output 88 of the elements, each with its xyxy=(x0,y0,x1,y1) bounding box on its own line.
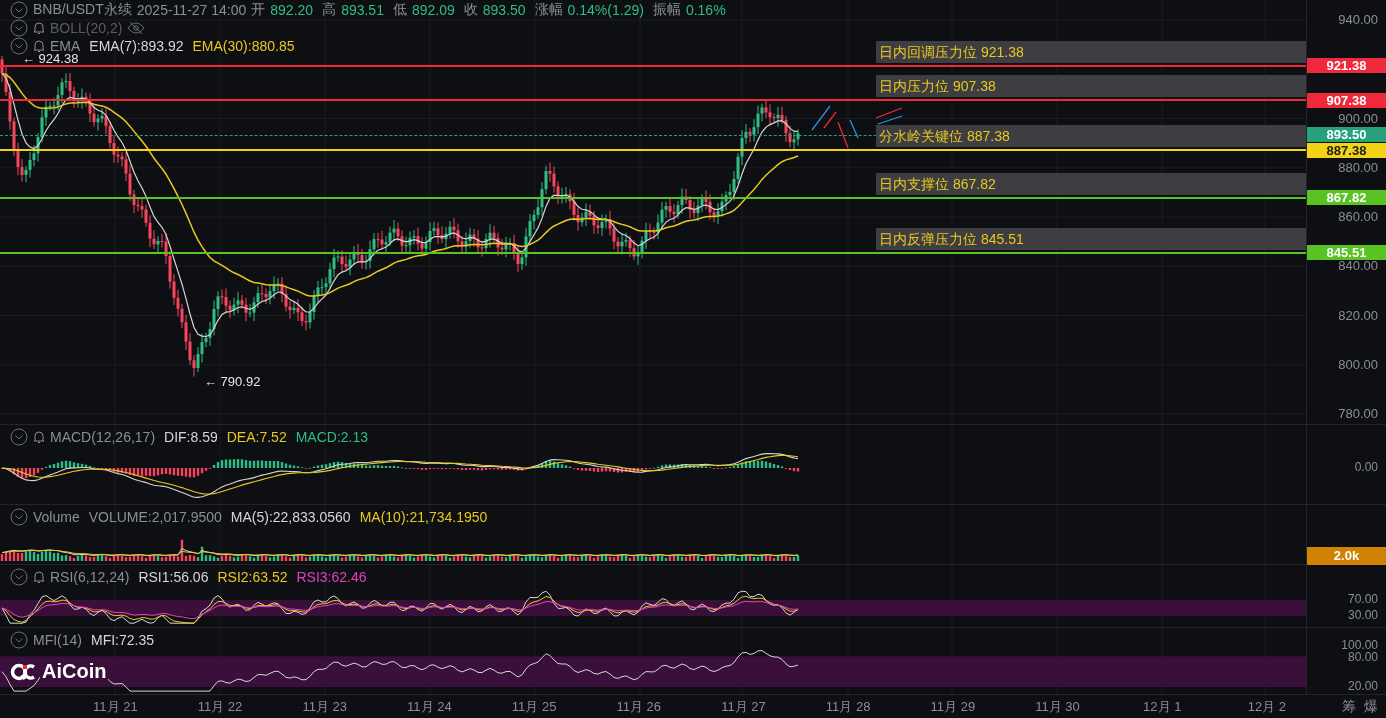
indicator-name: RSI(6,12,24) xyxy=(50,568,130,585)
indicator-value: MFI:72.35 xyxy=(91,631,155,648)
axis-tick: 70.00 xyxy=(1347,593,1378,605)
stat-value: 892.09 xyxy=(411,1,455,18)
bell-icon[interactable] xyxy=(33,429,45,444)
eye-slash-icon[interactable] xyxy=(127,20,146,35)
collapse-icon[interactable] xyxy=(10,567,28,586)
level-label: 日内回调压力位 921.38 xyxy=(876,40,1306,63)
level-price-tag: 887.38 xyxy=(1307,143,1386,158)
indicator-value: MA(5):22,833.0560 xyxy=(230,508,351,525)
date-tick: 11月 28 xyxy=(824,697,872,716)
indicator-value: MA(10):21,734.1950 xyxy=(359,508,488,525)
bell-icon[interactable] xyxy=(33,38,45,53)
stat-label: 涨幅 xyxy=(534,0,563,19)
indicator-value: RSI3:62.46 xyxy=(296,568,367,585)
level-label: 日内支撑位 867.82 xyxy=(876,172,1306,195)
price-extreme-label: ← 790.92 xyxy=(204,376,261,388)
collapse-icon[interactable] xyxy=(10,630,28,649)
stat-value: 0.14%(1.29) xyxy=(567,1,644,18)
stat-label: 高 xyxy=(322,0,337,19)
date-tick: 12月 1 xyxy=(1142,697,1183,716)
volume-tag: 2.0k xyxy=(1307,547,1386,565)
date-tick: 11月 30 xyxy=(1034,697,1081,716)
price-tick: 820.00 xyxy=(1338,309,1378,322)
collapse-icon[interactable] xyxy=(10,36,28,55)
current-price-tag: 893.50 xyxy=(1307,127,1386,142)
indicator-name: EMA xyxy=(50,37,81,54)
axis-tick: 20.00 xyxy=(1347,680,1378,692)
logo: AiCoin xyxy=(10,660,109,683)
stat-label: 振幅 xyxy=(652,0,681,19)
indicator-name: MACD(12,26,17) xyxy=(50,428,156,445)
date-tick: 11月 24 xyxy=(406,697,453,716)
bell-icon[interactable] xyxy=(33,20,45,35)
level-price-tag: 907.38 xyxy=(1307,92,1386,108)
indicator-value: EMA(7):893.92 xyxy=(89,37,184,54)
indicator-value: EMA(30):880.85 xyxy=(192,37,295,54)
date-tick: 11月 23 xyxy=(301,697,348,716)
level-label: 日内压力位 907.38 xyxy=(876,75,1306,98)
price-tick: 860.00 xyxy=(1338,211,1378,223)
price-tick: 880.00 xyxy=(1338,161,1378,174)
stat-value: 0.16% xyxy=(685,1,726,18)
date-tick: 11月 22 xyxy=(196,697,244,716)
date-tick: 11月 26 xyxy=(615,697,663,716)
chart-mode-button[interactable]: 筹 xyxy=(1340,697,1358,716)
bell-icon[interactable] xyxy=(33,569,45,584)
price-tick: 800.00 xyxy=(1338,358,1378,371)
date-tick: 11月 27 xyxy=(720,697,767,716)
date-tick: 11月 29 xyxy=(929,697,977,716)
chart-mode-button[interactable]: 爆 xyxy=(1362,697,1380,716)
indicator-value: VOLUME:2,017.9500 xyxy=(88,508,222,525)
collapse-icon[interactable] xyxy=(10,18,28,37)
stat-label: 收 xyxy=(463,0,478,19)
axis-tick: 30.00 xyxy=(1347,609,1378,621)
indicator-value: MACD:2.13 xyxy=(295,428,369,445)
logo-icon xyxy=(10,661,36,682)
collapse-icon[interactable] xyxy=(10,507,28,526)
axis-tick: 80.00 xyxy=(1347,651,1378,663)
indicator-name: BOLL(20,2) xyxy=(50,19,123,36)
price-tick: 780.00 xyxy=(1338,408,1378,420)
indicator-value: DIF:8.59 xyxy=(164,428,218,445)
indicator-value: RSI1:56.06 xyxy=(138,568,209,585)
date-tick: 12月 2 xyxy=(1246,697,1288,716)
price-tick: 840.00 xyxy=(1338,260,1378,273)
symbol-label: BNB/USDT永续 xyxy=(33,0,132,19)
level-price-tag: 845.51 xyxy=(1307,245,1386,261)
stat-label: 开 xyxy=(251,0,266,19)
level-label: 分水岭关键位 887.38 xyxy=(876,124,1306,147)
collapse-icon[interactable] xyxy=(10,0,28,19)
stat-value: 893.51 xyxy=(341,1,384,18)
price-extreme-label: ← 924.38 xyxy=(22,53,79,65)
price-tick: 900.00 xyxy=(1338,112,1378,125)
level-price-tag: 867.82 xyxy=(1307,190,1386,206)
price-tick: 940.00 xyxy=(1338,14,1378,26)
collapse-icon[interactable] xyxy=(10,427,28,446)
indicator-value: DEA:7.52 xyxy=(226,428,287,445)
stat-label: 低 xyxy=(392,0,407,19)
stat-value: 892.20 xyxy=(270,1,314,18)
indicator-value: RSI2:63.52 xyxy=(217,568,288,585)
axis-tick: 0.00 xyxy=(1354,461,1378,473)
indicator-name: Volume xyxy=(33,508,80,525)
date-tick: 11月 21 xyxy=(92,697,139,716)
candle-time: 2025-11-27 14:00 xyxy=(136,1,247,18)
axis-tick: 100.00 xyxy=(1341,639,1378,651)
date-tick: 11月 25 xyxy=(510,697,558,716)
level-label: 日内反弹压力位 845.51 xyxy=(876,227,1306,250)
level-price-tag: 921.38 xyxy=(1307,58,1386,74)
stat-value: 893.50 xyxy=(482,1,526,18)
indicator-name: MFI(14) xyxy=(33,631,82,648)
